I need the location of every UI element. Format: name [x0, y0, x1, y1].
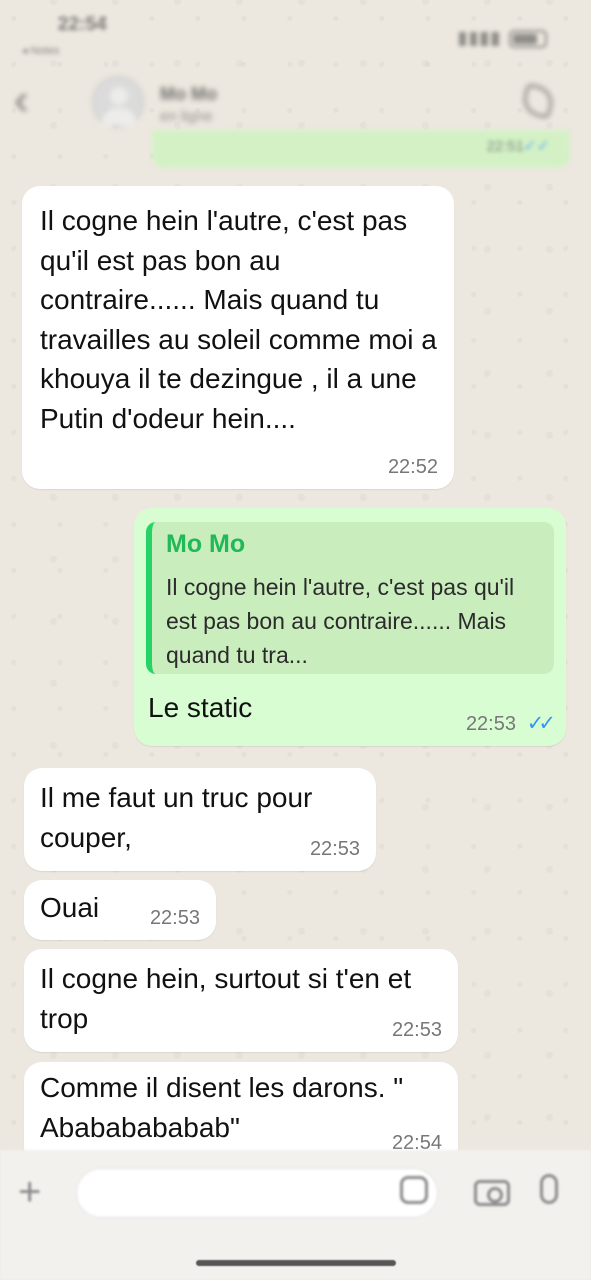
message-input[interactable]	[76, 1168, 438, 1218]
double-check-icon: ✓✓	[526, 712, 556, 735]
quoted-message[interactable]: Mo Mo Il cogne hein l'autre, c'est pas q…	[146, 522, 554, 674]
message-time: 22:53	[391, 1019, 442, 1041]
message-text: Le static	[148, 692, 253, 723]
message-text: Comme il disent les darons. " Ababababab…	[40, 1072, 404, 1143]
plus-icon[interactable]: +	[18, 1172, 41, 1212]
quote-author: Mo Mo	[166, 530, 246, 558]
message-bubble-incoming[interactable]: Ouai 22:53	[24, 880, 216, 940]
message-text: Il cogne hein l'autre, c'est pas qu'il e…	[40, 205, 437, 434]
message-bubble-outgoing[interactable]: Mo Mo Il cogne hein l'autre, c'est pas q…	[134, 508, 566, 746]
message-bubble-incoming[interactable]: Il me faut un truc pour couper, 22:53	[24, 768, 376, 871]
home-indicator	[196, 1260, 396, 1266]
message-time: 22:53	[465, 713, 516, 735]
quote-text: Il cogne hein l'autre, c'est pas qu'il e…	[166, 574, 515, 668]
message-bubble-incoming[interactable]: Il cogne hein, surtout si t'en et trop 2…	[24, 949, 458, 1052]
sticker-icon[interactable]	[400, 1176, 428, 1204]
camera-icon[interactable]	[474, 1180, 510, 1206]
message-text: Ouai	[40, 892, 100, 923]
message-list: Il cogne hein l'autre, c'est pas qu'il e…	[0, 0, 591, 1165]
message-bubble-incoming[interactable]: Il cogne hein l'autre, c'est pas qu'il e…	[22, 186, 454, 489]
message-text: Il cogne hein, surtout si t'en et trop	[40, 963, 412, 1034]
message-time: 22:52	[387, 456, 438, 478]
microphone-icon[interactable]	[540, 1174, 558, 1204]
message-time: 22:53	[149, 907, 200, 929]
message-time: 22:53	[309, 838, 360, 860]
